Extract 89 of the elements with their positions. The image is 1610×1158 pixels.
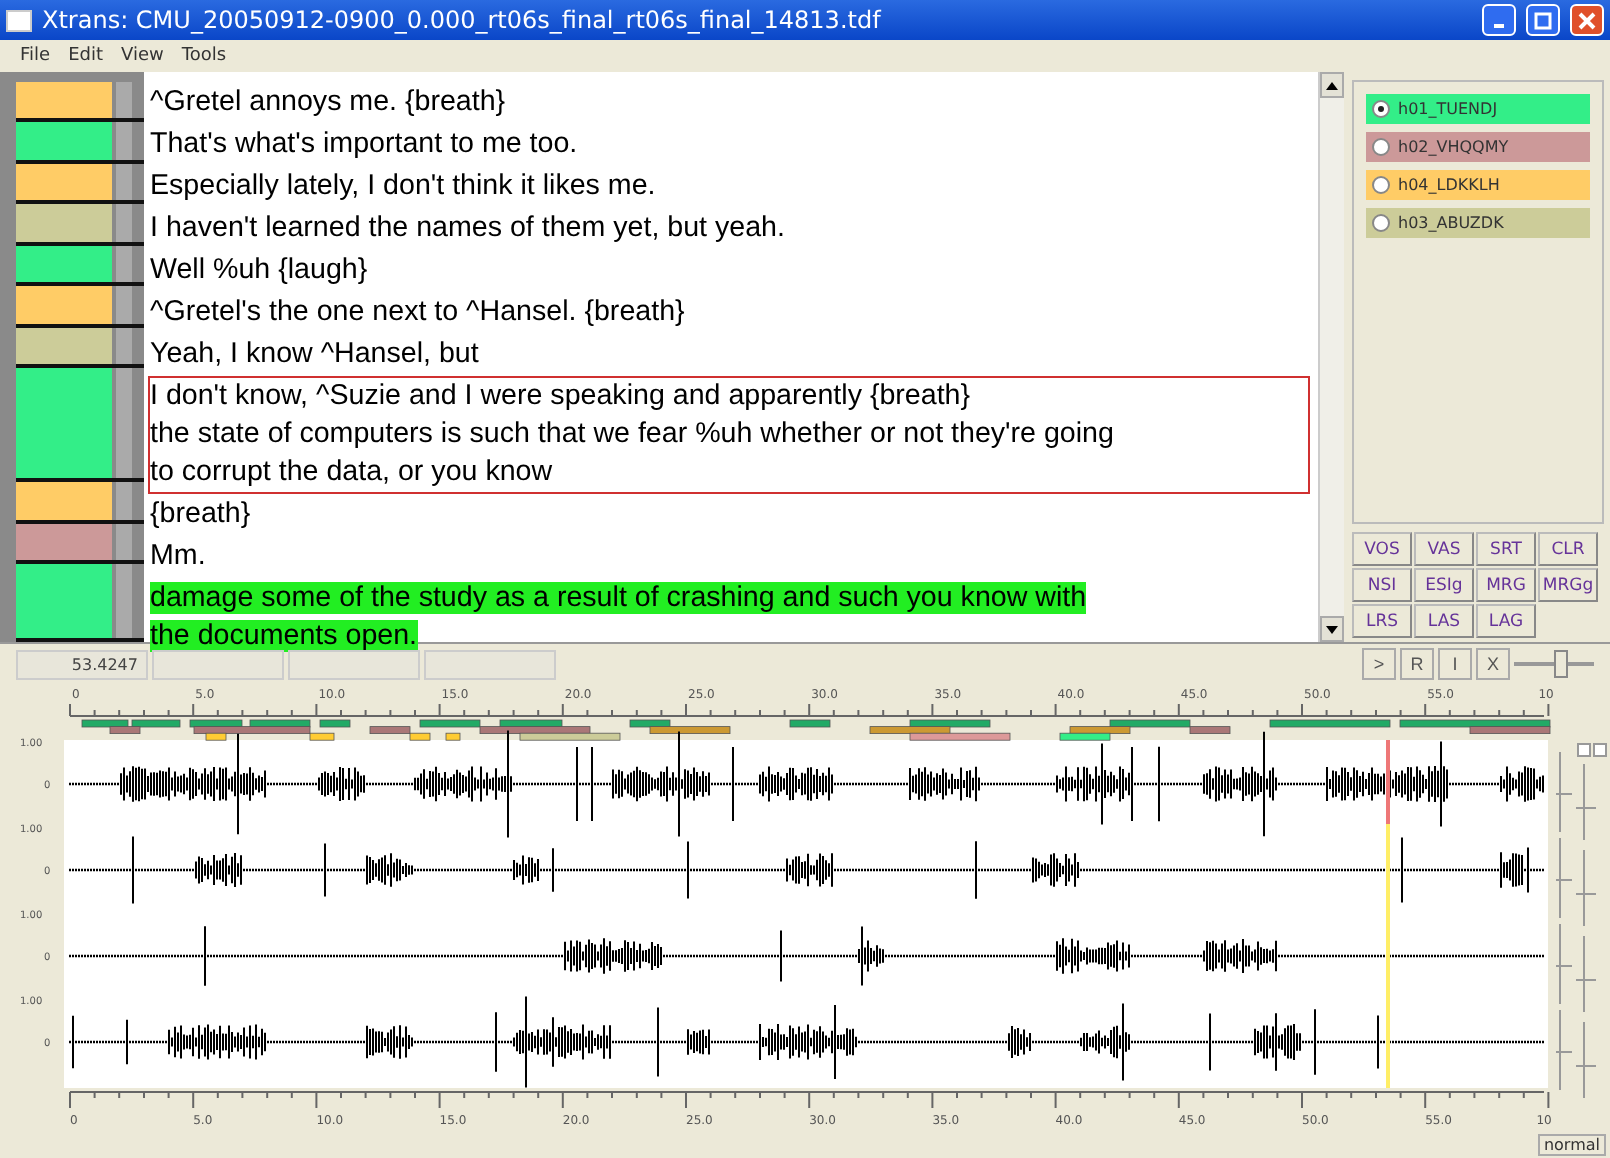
segment[interactable]: damage some of the study as a result of crashing and such you know with the documents open. xyxy=(148,578,1310,658)
segment[interactable]: Well %uh {laugh} xyxy=(148,250,1310,292)
transcript-line: the state of computers is such that we fear %uh whether or not they're going xyxy=(150,418,1114,450)
segment-handle[interactable] xyxy=(116,482,132,520)
segment-handle[interactable] xyxy=(116,82,132,119)
scrollbar[interactable] xyxy=(1318,72,1344,642)
command-button[interactable]: ESIg xyxy=(1414,568,1474,602)
segment-handle[interactable] xyxy=(116,523,132,561)
segment-handle[interactable] xyxy=(116,245,132,283)
command-button[interactable]: MRG xyxy=(1476,568,1536,602)
segment-marker[interactable] xyxy=(16,204,112,242)
maximize-icon xyxy=(1534,11,1552,29)
segment-marker[interactable] xyxy=(16,367,112,479)
segment-marker[interactable] xyxy=(16,163,112,201)
playback-button[interactable]: I xyxy=(1438,648,1472,680)
command-button[interactable]: LRS xyxy=(1352,604,1412,638)
speaker-item[interactable]: h01_TUENDJ xyxy=(1366,94,1590,124)
transcript-line: ^Gretel annoys me. {breath} xyxy=(150,86,506,118)
transcript-line: to corrupt the data, or you know xyxy=(150,456,553,488)
close-icon xyxy=(1578,11,1596,29)
menu-item[interactable]: View xyxy=(121,46,164,66)
transcript-line: Especially lately, I don't think it likes me. xyxy=(150,170,656,202)
radio-button[interactable] xyxy=(1372,100,1390,118)
info-field xyxy=(152,649,284,679)
segment-marker[interactable] xyxy=(16,286,112,324)
command-button[interactable]: MRGg xyxy=(1538,568,1598,602)
window-title: Xtrans: CMU_20050912-0900_0.000_rt06s_final_rt06s_final_14813.tdf xyxy=(42,6,884,34)
segment-marker[interactable] xyxy=(16,122,112,160)
segment-handle[interactable] xyxy=(116,286,132,324)
segment[interactable]: ^Gretel's the one next to ^Hansel. {breath} xyxy=(148,292,1310,334)
command-button[interactable]: VOS xyxy=(1352,532,1412,566)
segment[interactable]: Especially lately, I don't think it likes me. xyxy=(148,166,1310,208)
close-button[interactable] xyxy=(1570,4,1604,36)
speaker-item[interactable]: h03_ABUZDK xyxy=(1366,208,1590,238)
speaker-item[interactable]: h02_VHQQMY xyxy=(1366,132,1590,162)
command-button[interactable]: VAS xyxy=(1414,532,1474,566)
radio-button[interactable] xyxy=(1372,138,1390,156)
info-field xyxy=(288,649,420,679)
transcript-line: {breath} xyxy=(150,498,251,530)
segment-handle[interactable] xyxy=(116,327,132,364)
transcript-line: Well %uh {laugh} xyxy=(150,254,368,286)
status-mode: normal xyxy=(1537,1134,1606,1156)
zoom-slider[interactable] xyxy=(1514,650,1594,678)
command-button[interactable]: NSI xyxy=(1352,568,1412,602)
segment-marker[interactable] xyxy=(16,482,112,520)
radio-button[interactable] xyxy=(1372,176,1390,194)
segment-handle[interactable] xyxy=(116,163,132,201)
segment-handle[interactable] xyxy=(116,564,132,638)
segment-handle[interactable] xyxy=(116,122,132,160)
transcript-line: Mm. xyxy=(150,540,206,572)
playback-button[interactable]: R xyxy=(1400,648,1434,680)
transcript-line: Yeah, I know ^Hansel, but xyxy=(150,338,479,370)
selection-mark xyxy=(1386,740,1390,824)
command-button[interactable]: LAG xyxy=(1476,604,1536,638)
segment-marker[interactable] xyxy=(16,245,112,283)
segment-marker[interactable] xyxy=(16,327,112,364)
radio-button[interactable] xyxy=(1372,214,1390,232)
transcript-line: I haven't learned the names of them yet, but yeah. xyxy=(150,212,785,244)
command-button[interactable]: LAS xyxy=(1414,604,1474,638)
segment-marker[interactable] xyxy=(16,523,112,561)
segment[interactable]: Mm. xyxy=(148,536,1310,578)
segment[interactable]: ^Gretel annoys me. {breath} xyxy=(148,82,1310,124)
transcript-line: I don't know, ^Suzie and I were speaking and apparently {breath} xyxy=(150,380,971,412)
info-field xyxy=(424,649,556,679)
playback-button[interactable]: > xyxy=(1362,648,1396,680)
segment[interactable]: {breath} xyxy=(148,494,1310,536)
transcript-line: ^Gretel's the one next to ^Hansel. {breath} xyxy=(150,296,685,328)
transcript-line: That's what's important to me too. xyxy=(150,128,578,160)
segment-handle[interactable] xyxy=(116,204,132,242)
menu-item[interactable]: Tools xyxy=(181,46,227,66)
command-button[interactable]: CLR xyxy=(1538,532,1598,566)
menu-item[interactable]: File xyxy=(20,46,51,66)
segment-handle[interactable] xyxy=(116,367,132,479)
maximize-button[interactable] xyxy=(1526,4,1560,36)
segment-marker[interactable] xyxy=(16,564,112,638)
time-field[interactable]: 53.4247 xyxy=(16,649,148,679)
selected-segment[interactable]: I don't know, ^Suzie and I were speaking and apparently {breath} the state of computers is such that we fear %uh whether or not they're going to corrupt the data, or you know xyxy=(148,376,1310,494)
app-icon xyxy=(6,9,32,31)
playback-button[interactable]: X xyxy=(1476,648,1510,680)
speaker-item[interactable]: h04_LDKKLH xyxy=(1366,170,1590,200)
command-button[interactable]: SRT xyxy=(1476,532,1536,566)
scroll-up-icon[interactable] xyxy=(1326,81,1338,89)
menu-item[interactable]: Edit xyxy=(68,46,103,66)
segment[interactable]: That's what's important to me too. xyxy=(148,124,1310,166)
segment[interactable]: I haven't learned the names of them yet, but yeah. xyxy=(148,208,1310,250)
scroll-down-icon[interactable] xyxy=(1326,625,1338,633)
segment-marker[interactable] xyxy=(16,82,112,119)
minimize-button[interactable] xyxy=(1482,4,1516,36)
segment[interactable]: Yeah, I know ^Hansel, but xyxy=(148,334,1310,376)
